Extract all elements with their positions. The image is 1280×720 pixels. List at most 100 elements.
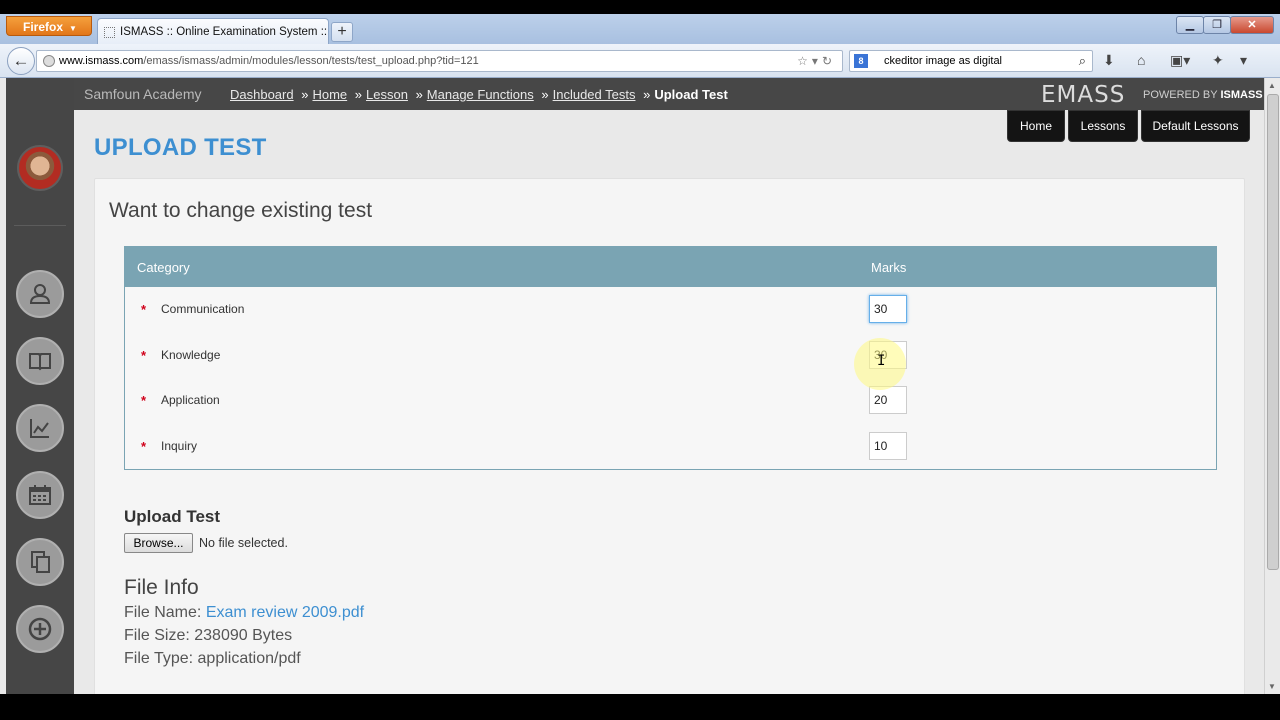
- file-size-value: 238090 Bytes: [194, 627, 293, 644]
- sidebar: [6, 78, 74, 694]
- breadcrumb: Dashboard » Home » Lesson » Manage Function…: [230, 87, 728, 102]
- powered-by-prefix: POWERED BY: [1143, 89, 1218, 101]
- sidebar-item-calendar[interactable]: [16, 471, 64, 519]
- file-info-title: File Info: [124, 576, 199, 599]
- url-tools: ☆▾↻: [797, 51, 836, 71]
- download-icon[interactable]: ⬇: [1103, 52, 1115, 69]
- top-header: Samfoun Academy Dashboard » Home » Lesson …: [74, 78, 1264, 110]
- category-label: Knowledge: [161, 348, 221, 362]
- file-size-line: File Size: 238090 Bytes: [124, 627, 292, 645]
- reload-icon[interactable]: ↻: [822, 54, 836, 68]
- marks-input-inquiry[interactable]: [869, 432, 907, 460]
- sidebar-item-lessons[interactable]: [16, 337, 64, 385]
- home-icon[interactable]: ⌂: [1137, 52, 1145, 68]
- breadcrumb-manage-functions[interactable]: Manage Functions: [427, 87, 534, 102]
- close-window-button[interactable]: ✕: [1230, 16, 1274, 34]
- page-title: UPLOAD TEST: [94, 134, 267, 161]
- breadcrumb-separator: »: [415, 87, 423, 102]
- browser-navbar: ← www.ismass.com/emass/ismass/admin/modu…: [0, 44, 1280, 78]
- required-marker: *: [141, 393, 147, 408]
- marks-input-communication[interactable]: [869, 295, 907, 323]
- maximize-button[interactable]: ❐: [1203, 16, 1231, 34]
- new-tab-button[interactable]: +: [331, 22, 353, 42]
- file-name-link[interactable]: Exam review 2009.pdf: [206, 604, 364, 621]
- plus-circle-icon: [28, 617, 52, 641]
- google-icon[interactable]: 8: [854, 54, 868, 68]
- search-icon[interactable]: ⌕: [1079, 51, 1086, 71]
- user-icon: [29, 284, 51, 304]
- sidebar-item-reports[interactable]: [16, 404, 64, 452]
- breadcrumb-home[interactable]: Home: [312, 87, 347, 102]
- bookmark-star-icon[interactable]: ☆: [797, 54, 812, 68]
- browser-titlebar: Firefox ▼ ISMASS :: Online Examination Sy…: [0, 14, 1280, 45]
- file-name-line: File Name: Exam review 2009.pdf: [124, 604, 364, 622]
- column-header-marks: Marks: [871, 260, 907, 275]
- breadcrumb-separator: »: [301, 87, 309, 102]
- back-arrow-icon: ←: [12, 51, 30, 70]
- book-icon: [29, 353, 51, 371]
- sidebar-item-add[interactable]: [16, 605, 64, 653]
- calendar-icon: [29, 485, 51, 505]
- sidebar-item-users[interactable]: [16, 270, 64, 318]
- firefox-menu-button[interactable]: Firefox ▼: [6, 16, 92, 36]
- no-file-label: No file selected.: [199, 536, 288, 550]
- nav-default-lessons-button[interactable]: Default Lessons: [1141, 110, 1250, 142]
- text-cursor-icon: I: [877, 353, 886, 369]
- search-input[interactable]: ckeditor image as digital: [884, 55, 1002, 67]
- nav-home-button[interactable]: Home: [1007, 110, 1065, 142]
- nav-lessons-button[interactable]: Lessons: [1068, 110, 1138, 142]
- globe-icon: [43, 55, 55, 67]
- url-bar[interactable]: www.ismass.com/emass/ismass/admin/module…: [36, 50, 843, 72]
- browse-button[interactable]: Browse...: [124, 533, 193, 553]
- web-page: Samfoun Academy Dashboard » Home » Lesson …: [0, 78, 1264, 694]
- marks-input-knowledge[interactable]: [869, 341, 907, 369]
- breadcrumb-current: Upload Test: [654, 87, 728, 102]
- extension-icon[interactable]: ✦: [1212, 52, 1224, 69]
- breadcrumb-included-tests[interactable]: Included Tests: [553, 87, 636, 102]
- category-label: Inquiry: [161, 439, 198, 453]
- academy-name: Samfoun Academy: [84, 86, 202, 102]
- marks-input-application[interactable]: [869, 386, 907, 414]
- scroll-down-icon[interactable]: ▼: [1268, 682, 1276, 691]
- url-path: /emass/ismass/admin/modules/lesson/tests…: [143, 55, 479, 67]
- table-row: * Application: [125, 379, 1216, 423]
- dropdown-icon[interactable]: ▾: [812, 54, 822, 68]
- table-row: * Knowledge: [125, 334, 1216, 378]
- breadcrumb-separator: »: [643, 87, 651, 102]
- minimize-button[interactable]: ▁: [1176, 16, 1204, 34]
- breadcrumb-separator: »: [541, 87, 549, 102]
- emass-logo: EMASS: [1041, 82, 1126, 108]
- search-bar[interactable]: 8 ckeditor image as digital ⌕: [849, 50, 1093, 72]
- browser-tab[interactable]: ISMASS :: Online Examination System :: .…: [97, 18, 329, 45]
- avatar[interactable]: [17, 145, 63, 191]
- powered-by-brand: ISMASS: [1220, 89, 1263, 101]
- url-domain: www.ismass.com: [59, 55, 144, 67]
- firefox-menu-label: Firefox: [23, 20, 64, 34]
- file-type-line: File Type: application/pdf: [124, 650, 301, 668]
- upload-panel: Want to change existing test Category Ma…: [94, 178, 1245, 694]
- column-header-category: Category: [137, 260, 190, 275]
- addon-icon[interactable]: ▣▾: [1170, 52, 1190, 69]
- scroll-thumb[interactable]: [1267, 94, 1279, 570]
- file-type-label: File Type:: [124, 650, 194, 667]
- sidebar-item-documents[interactable]: [16, 538, 64, 586]
- powered-by: POWERED BY ISMASS: [1143, 89, 1263, 101]
- chart-icon: [30, 419, 49, 438]
- breadcrumb-dashboard[interactable]: Dashboard: [230, 87, 294, 102]
- table-row: * Inquiry: [125, 425, 1216, 469]
- table-row: * Communication: [125, 288, 1216, 332]
- required-marker: *: [141, 302, 147, 317]
- file-name-label: File Name:: [124, 604, 202, 621]
- category-label: Communication: [161, 302, 245, 316]
- category-label: Application: [161, 393, 220, 407]
- back-button[interactable]: ←: [7, 47, 35, 75]
- breadcrumb-lesson[interactable]: Lesson: [366, 87, 408, 102]
- file-size-label: File Size:: [124, 627, 190, 644]
- scroll-up-icon[interactable]: ▲: [1268, 81, 1276, 90]
- required-marker: *: [141, 439, 147, 454]
- page-scrollbar[interactable]: ▲ ▼: [1264, 78, 1280, 694]
- panel-heading: Want to change existing test: [109, 199, 373, 222]
- menu-dropdown-icon[interactable]: ▾: [1240, 52, 1247, 69]
- file-type-value: application/pdf: [197, 650, 301, 667]
- chevron-down-icon: ▼: [69, 24, 77, 33]
